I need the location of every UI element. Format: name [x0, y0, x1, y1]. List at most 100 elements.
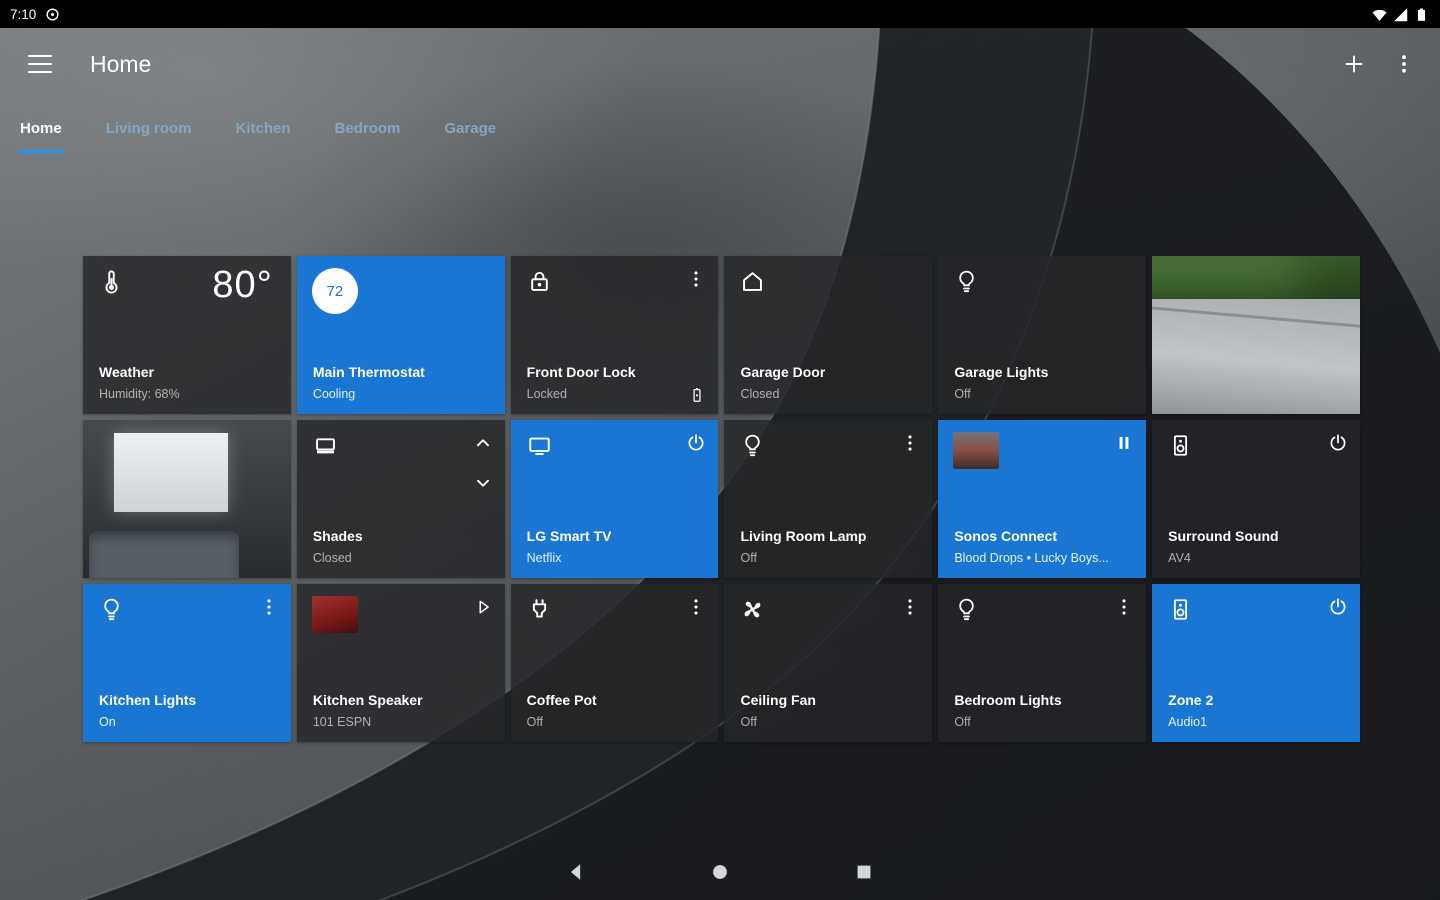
- power-button[interactable]: [1327, 596, 1349, 618]
- tile-lg-smart-tv[interactable]: LG Smart TV Netflix: [510, 420, 719, 578]
- battery-icon: [1413, 6, 1430, 23]
- shades-up-button[interactable]: [472, 432, 494, 454]
- tile-status: 101 ESPN: [312, 715, 372, 729]
- tile-status: Audio1: [1168, 715, 1208, 729]
- tab-living-room[interactable]: Living room: [106, 100, 192, 156]
- tile-name: Shades: [312, 528, 363, 544]
- tile-menu-icon[interactable]: [1113, 596, 1135, 618]
- tile-menu-icon[interactable]: [685, 268, 707, 290]
- tile-name: Kitchen Speaker: [312, 692, 423, 708]
- tile-name: Front Door Lock: [526, 364, 636, 380]
- tile-menu-icon[interactable]: [685, 596, 707, 618]
- tile-status: AV4: [1168, 551, 1191, 565]
- tile-controls: [685, 596, 707, 618]
- tile-status: Blood Drops • Lucky Boys...: [954, 551, 1109, 565]
- tile-status: Off: [740, 715, 757, 729]
- power-button[interactable]: [1327, 432, 1349, 454]
- tile-zone-2[interactable]: Zone 2 Audio1: [1152, 584, 1360, 742]
- lightbulb-icon: [953, 596, 980, 623]
- thermostat-setpoint-badge: 72: [311, 268, 358, 314]
- tile-garage-door[interactable]: Garage Door Closed: [724, 256, 933, 414]
- shades-icon: [312, 432, 339, 459]
- tab-bedroom[interactable]: Bedroom: [335, 100, 401, 156]
- tile-status: Off: [954, 387, 971, 401]
- tile-shades[interactable]: Shades Closed: [296, 420, 505, 578]
- wifi-icon: [1371, 6, 1388, 23]
- tile-controls: [472, 432, 494, 494]
- home-button[interactable]: [709, 861, 731, 883]
- tv-icon: [526, 432, 553, 459]
- tab-home[interactable]: Home: [18, 100, 64, 156]
- tile-sonos-connect[interactable]: Sonos Connect Blood Drops • Lucky Boys...: [938, 420, 1147, 578]
- tile-garage-lights[interactable]: Garage Lights Off: [938, 256, 1147, 414]
- tile-header: [526, 596, 708, 623]
- fan-icon: [739, 596, 766, 623]
- overflow-menu-icon[interactable]: [1392, 52, 1416, 76]
- play-button[interactable]: [472, 596, 494, 618]
- tile-header: [739, 432, 921, 459]
- tile-kitchen-lights[interactable]: Kitchen Lights On: [83, 584, 291, 742]
- tile-living-room-lamp[interactable]: Living Room Lamp Off: [724, 420, 933, 578]
- camera-tile-driveway-camera[interactable]: [1152, 256, 1360, 414]
- thermometer-icon: [98, 268, 125, 295]
- tile-status: Closed: [740, 387, 780, 401]
- tile-name: Living Room Lamp: [740, 528, 867, 544]
- add-icon[interactable]: [1342, 52, 1366, 76]
- tile-name: Bedroom Lights: [954, 692, 1062, 708]
- tile-header: [1167, 596, 1349, 623]
- tile-name: Ceiling Fan: [740, 692, 816, 708]
- tile-name: Surround Sound: [1168, 528, 1279, 544]
- tile-ceiling-fan[interactable]: Ceiling Fan Off: [724, 584, 933, 742]
- tile-main-thermostat[interactable]: 72 Main Thermostat Cooling: [296, 256, 505, 414]
- navigation-bar: [0, 844, 1440, 900]
- tile-controls: [472, 596, 494, 618]
- tile-header: [953, 596, 1135, 623]
- tile-header: [98, 596, 280, 623]
- tile-controls: [1113, 432, 1135, 454]
- status-bar: 7:10: [0, 0, 1440, 28]
- tile-front-door-lock[interactable]: Front Door Lock Locked: [510, 256, 719, 414]
- tile-status: Locked: [526, 387, 567, 401]
- tile-status: Off: [740, 551, 757, 565]
- tile-controls: [685, 432, 707, 454]
- lightbulb-icon: [739, 432, 766, 459]
- tile-header: [953, 268, 1135, 295]
- tile-header: [1167, 432, 1349, 459]
- pause-button[interactable]: [1113, 432, 1135, 454]
- back-button[interactable]: [565, 861, 587, 883]
- temperature-value: 80°: [212, 264, 273, 306]
- tile-coffee-pot[interactable]: Coffee Pot Off: [510, 584, 719, 742]
- clock: 7:10: [10, 6, 37, 22]
- speaker-icon: [1167, 432, 1194, 459]
- home-icon: [739, 268, 766, 295]
- status-bar-right: [1371, 6, 1430, 23]
- tile-menu-icon[interactable]: [899, 596, 921, 618]
- power-button[interactable]: [685, 432, 707, 454]
- shades-down-button[interactable]: [472, 472, 494, 494]
- tab-kitchen[interactable]: Kitchen: [236, 100, 291, 156]
- tile-controls: [1113, 596, 1135, 618]
- tile-menu-icon[interactable]: [899, 432, 921, 454]
- tile-status: Humidity: 68%: [99, 387, 180, 401]
- tile-menu-icon[interactable]: [258, 596, 280, 618]
- camera-tile-living-room-camera[interactable]: [83, 420, 291, 578]
- tile-header: [311, 596, 494, 633]
- recents-button[interactable]: [853, 861, 875, 883]
- tile-controls: [1327, 596, 1349, 618]
- tile-status: Cooling: [312, 387, 356, 401]
- lock-icon: [526, 268, 553, 295]
- tile-weather[interactable]: 80° Weather Humidity: 68%: [83, 256, 291, 414]
- tile-kitchen-speaker[interactable]: Kitchen Speaker 101 ESPN: [296, 584, 505, 742]
- sonos-album-art: [953, 432, 1000, 469]
- menu-icon[interactable]: [28, 55, 52, 73]
- screen: 7:10 Home Home Living room Kitchen Bedro…: [0, 0, 1440, 900]
- tile-surround-sound[interactable]: Surround Sound AV4: [1152, 420, 1360, 578]
- tile-status: On: [99, 715, 116, 729]
- tile-status: Closed: [312, 551, 352, 565]
- tile-header: 72: [311, 268, 494, 314]
- tile-name: LG Smart TV: [526, 528, 612, 544]
- tab-garage[interactable]: Garage: [444, 100, 496, 156]
- tile-bedroom-lights[interactable]: Bedroom Lights Off: [938, 584, 1147, 742]
- tile-name: Garage Door: [740, 364, 826, 380]
- page-title: Home: [90, 50, 152, 77]
